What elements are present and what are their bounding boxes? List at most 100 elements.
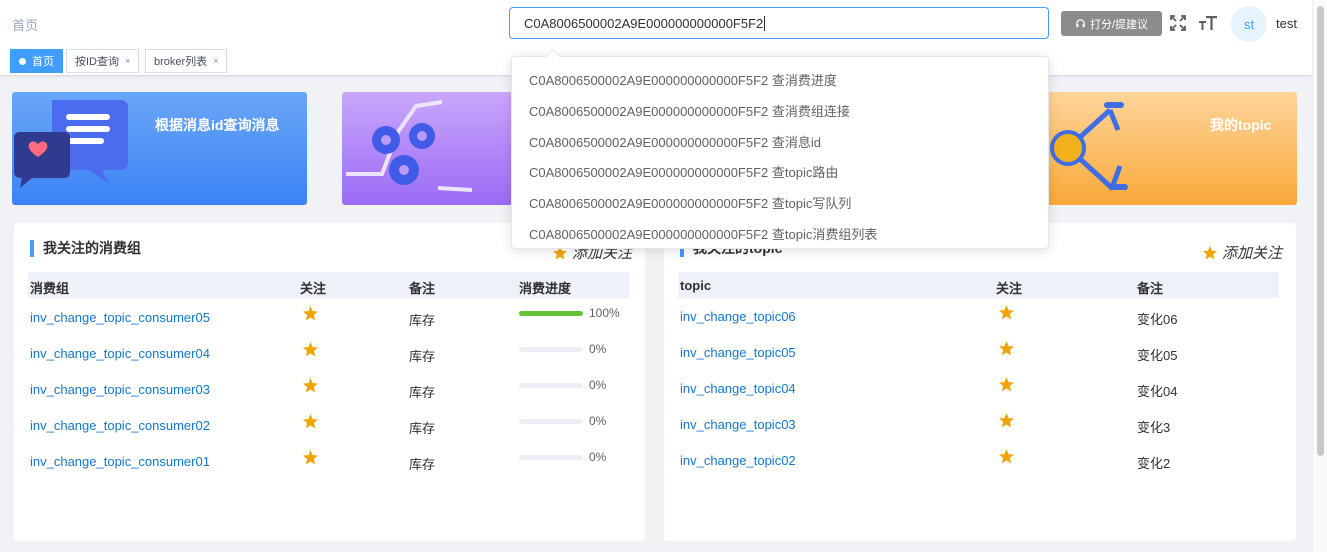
- topic-link[interactable]: inv_change_topic02: [680, 453, 796, 468]
- tag-label: 首页: [32, 56, 54, 68]
- message-query-banner-title: 根据消息id查询消息: [155, 117, 280, 133]
- tag-broker-list[interactable]: broker列表 ×: [145, 49, 228, 73]
- topic-link[interactable]: inv_change_topic05: [680, 345, 796, 360]
- consumer-group-link[interactable]: inv_change_topic_consumer03: [30, 382, 210, 397]
- table-header: topic 关注 备注: [678, 272, 1279, 298]
- column-header[interactable]: 备注: [1137, 278, 1163, 297]
- follow-star-icon[interactable]: [998, 340, 1015, 362]
- topic-link[interactable]: inv_change_topic03: [680, 417, 796, 432]
- gears-icon: [346, 100, 473, 192]
- add-follow-label: 添加关注: [1222, 245, 1283, 262]
- star-icon: [1202, 245, 1218, 259]
- remark-text: 库存: [409, 349, 436, 364]
- remark-text: 库存: [409, 457, 436, 472]
- add-follow-button[interactable]: 添加关注: [1202, 242, 1282, 263]
- table-row: inv_change_topic05 变化05: [678, 334, 1279, 370]
- feedback-button-label: 打分/提建议: [1089, 18, 1149, 31]
- table-row: inv_change_topic06 变化06: [678, 298, 1279, 334]
- suggestion-item[interactable]: C0A8006500002A9E000000000000F5F2 查消费组连接: [529, 101, 850, 120]
- column-header[interactable]: 关注: [996, 278, 1022, 297]
- consumer-group-link[interactable]: inv_change_topic_consumer01: [30, 454, 210, 469]
- card-title: 我关注的消费组: [30, 240, 141, 257]
- table-row: inv_change_topic03 变化3: [678, 406, 1279, 442]
- follow-star-icon[interactable]: [998, 412, 1015, 434]
- top-navbar: 首页 C0A8006500002A9E000000000000F5F2 打分/提…: [0, 0, 1312, 46]
- follow-star-icon[interactable]: [998, 448, 1015, 470]
- follow-star-icon[interactable]: [302, 341, 319, 363]
- consumer-group-link[interactable]: inv_change_topic_consumer05: [30, 310, 210, 325]
- username[interactable]: test: [1276, 16, 1297, 31]
- breadcrumb[interactable]: 首页: [12, 15, 38, 34]
- avatar[interactable]: st: [1231, 6, 1267, 42]
- feedback-button[interactable]: 打分/提建议: [1061, 11, 1162, 36]
- follow-star-icon[interactable]: [302, 305, 319, 327]
- chat-bubble-icon: [14, 100, 128, 188]
- table-row: inv_change_topic_consumer04 库存 0%: [28, 335, 629, 371]
- progress-label: 0%: [589, 342, 607, 356]
- scrollbar-thumb[interactable]: [1317, 6, 1324, 456]
- drone-icon: [1050, 102, 1128, 190]
- progress-label: 0%: [589, 450, 607, 464]
- tag-query-by-id[interactable]: 按ID查询 ×: [66, 49, 140, 73]
- close-icon[interactable]: ×: [125, 56, 130, 66]
- close-icon[interactable]: ×: [213, 56, 218, 66]
- headset-icon: [1076, 19, 1085, 28]
- suggestion-item[interactable]: C0A8006500002A9E000000000000F5F2 查topic写…: [529, 193, 851, 212]
- consumer-progress-bar: [519, 383, 583, 388]
- topic-link[interactable]: inv_change_topic06: [680, 309, 796, 324]
- suggestion-item[interactable]: C0A8006500002A9E000000000000F5F2 查topic消…: [529, 224, 877, 243]
- suggestion-item[interactable]: C0A8006500002A9E000000000000F5F2 查topic路…: [529, 162, 838, 181]
- follow-star-icon[interactable]: [302, 449, 319, 471]
- tag-label: broker列表: [154, 56, 208, 68]
- remark-text: 变化04: [1137, 384, 1178, 399]
- active-dot-icon: [19, 57, 26, 65]
- progress-fill: [519, 311, 583, 316]
- remark-text: 变化06: [1137, 312, 1178, 327]
- column-header[interactable]: topic: [680, 278, 711, 293]
- remark-text: 库存: [409, 421, 436, 436]
- progress-label: 0%: [589, 378, 607, 392]
- column-header[interactable]: 备注: [409, 278, 435, 297]
- followed-topics-card: 我关注的topic 添加关注 topic 关注 备注 inv_change_to…: [664, 223, 1296, 541]
- tag-home[interactable]: 首页: [10, 49, 63, 73]
- followed-consumer-groups-card: 我关注的消费组 添加关注 消费组 关注 备注 消费进度 inv_change_t…: [14, 223, 645, 541]
- search-suggestions-dropdown: C0A8006500002A9E000000000000F5F2 查消费进度 C0…: [511, 48, 1049, 249]
- remark-text: 库存: [409, 313, 436, 328]
- table-row: inv_change_topic_consumer02 库存 0%: [28, 407, 629, 443]
- table-row: inv_change_topic04 变化04: [678, 370, 1279, 406]
- progress-label: 0%: [589, 414, 607, 428]
- topic-link[interactable]: inv_change_topic04: [680, 381, 796, 396]
- follow-star-icon[interactable]: [998, 376, 1015, 398]
- consumer-progress-bar: [519, 311, 583, 316]
- consumer-group-link[interactable]: inv_change_topic_consumer02: [30, 418, 210, 433]
- remark-text: 变化2: [1137, 456, 1171, 471]
- consumer-progress-bar: [519, 419, 583, 424]
- follow-star-icon[interactable]: [302, 377, 319, 399]
- consumer-progress-bar: [519, 455, 583, 460]
- search-input-value: C0A8006500002A9E000000000000F5F2: [524, 15, 764, 31]
- fullscreen-icon[interactable]: [1167, 12, 1189, 34]
- column-header[interactable]: 消费组: [30, 278, 69, 297]
- text-caret: [764, 15, 766, 31]
- remark-text: 变化05: [1137, 348, 1178, 363]
- search-input[interactable]: C0A8006500002A9E000000000000F5F2: [509, 7, 1049, 39]
- suggestion-item[interactable]: C0A8006500002A9E000000000000F5F2 查消费进度: [529, 70, 837, 89]
- progress-label: 100%: [589, 306, 620, 320]
- message-query-banner[interactable]: 根据消息id查询消息: [12, 92, 307, 205]
- page-scrollbar[interactable]: [1312, 0, 1327, 552]
- consumer-group-link[interactable]: inv_change_topic_consumer04: [30, 346, 210, 361]
- tag-label: 按ID查询: [75, 56, 119, 68]
- gear-banner[interactable]: [342, 92, 512, 205]
- remark-text: 库存: [409, 385, 436, 400]
- table-row: inv_change_topic_consumer03 库存 0%: [28, 371, 629, 407]
- table-row: inv_change_topic_consumer05 库存 100%: [28, 299, 629, 335]
- my-topic-banner-title: 我的topic: [1210, 117, 1272, 133]
- follow-star-icon[interactable]: [998, 304, 1015, 326]
- follow-star-icon[interactable]: [302, 413, 319, 435]
- column-header[interactable]: 关注: [300, 278, 326, 297]
- font-size-icon[interactable]: [1197, 12, 1219, 34]
- suggestion-item[interactable]: C0A8006500002A9E000000000000F5F2 查消息id: [529, 132, 821, 151]
- column-header[interactable]: 消费进度: [519, 278, 571, 297]
- table-row: inv_change_topic02 变化2: [678, 442, 1279, 478]
- my-topic-banner[interactable]: 我的topic: [1040, 92, 1297, 205]
